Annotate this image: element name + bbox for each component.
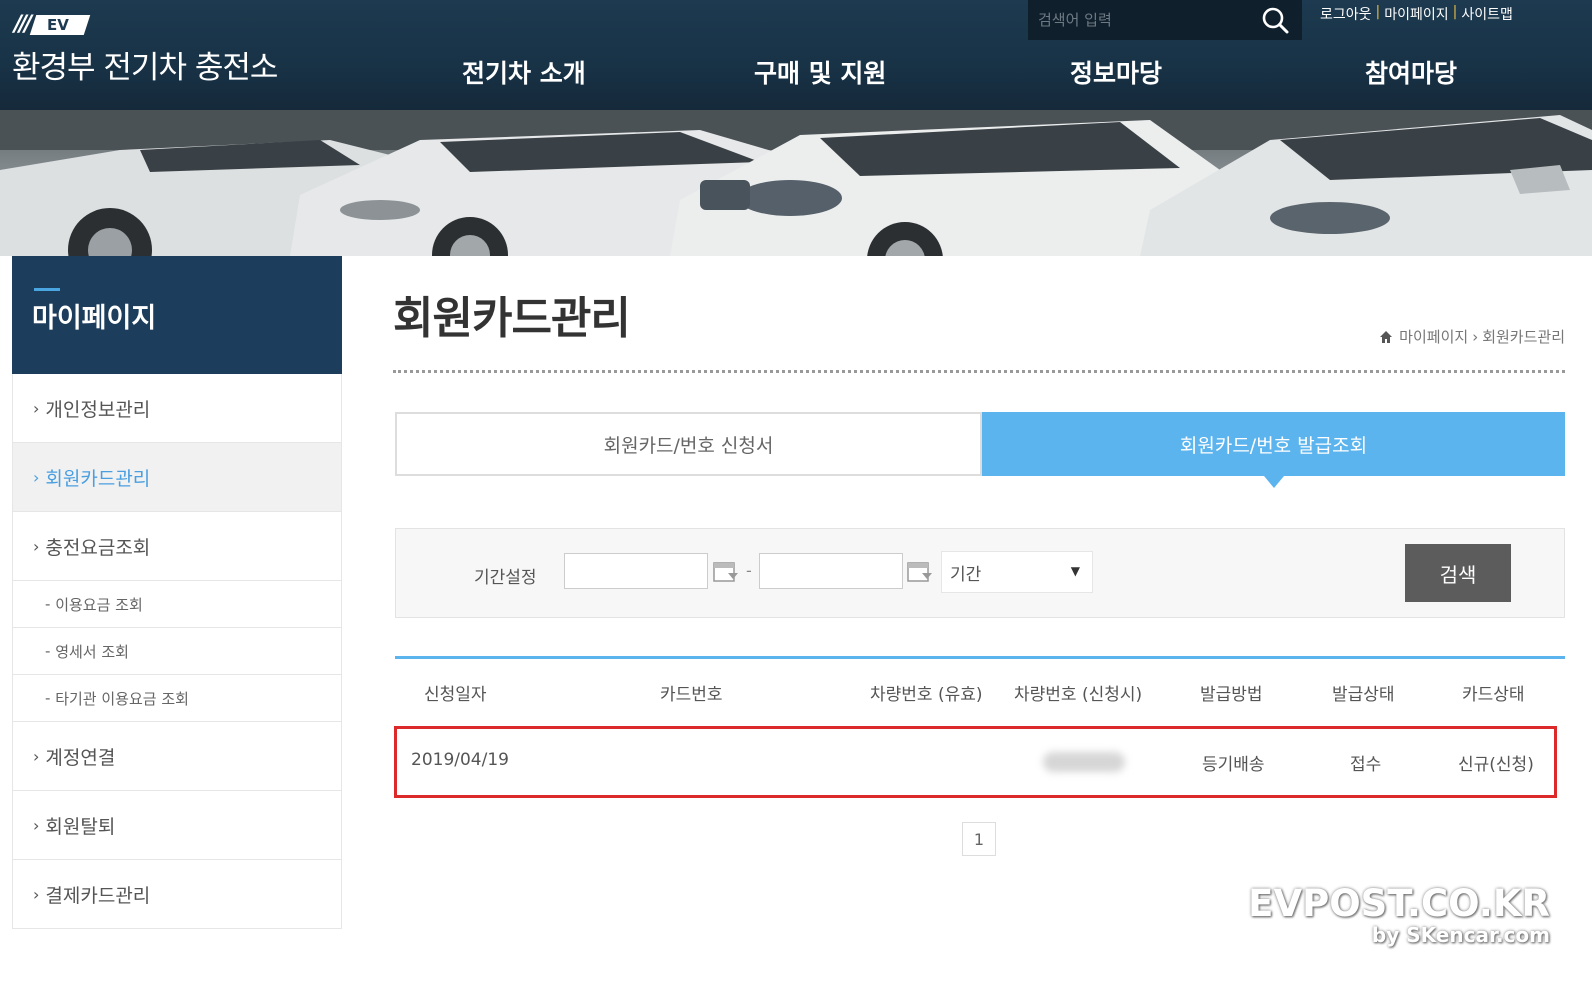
- sitemap-link[interactable]: 사이트맵: [1461, 4, 1513, 24]
- chevron-right-icon: ›: [33, 746, 40, 766]
- sidebar-item-withdraw[interactable]: › 회원탈퇴: [12, 791, 342, 860]
- tab-bar: 회원카드/번호 신청서 회원카드/번호 발급조회: [395, 412, 1565, 488]
- caret-down-icon: ▼: [1070, 564, 1080, 578]
- sidebar-item-label: 결제카드관리: [45, 884, 151, 907]
- sidebar-subitem-other-agency-fee[interactable]: - 타기관 이용요금 조회: [12, 675, 342, 722]
- sidebar-item-label: 계정연결: [45, 746, 116, 769]
- chevron-right-icon: ›: [33, 884, 40, 904]
- site-title[interactable]: 환경부 전기차 충전소: [12, 42, 278, 87]
- logo-ev-badge: EV: [29, 14, 91, 35]
- cell-issue-status: 접수: [1350, 755, 1382, 775]
- site-header: /// EV 환경부 전기차 충전소 로그아웃 | 마이페이지 | 사이트맵 전…: [0, 0, 1592, 110]
- sidebar: 마이페이지 › 개인정보관리 › 회원카드관리 › 충전요금조회 - 이용요금 …: [12, 256, 342, 929]
- nav-info[interactable]: 정보마당: [1070, 54, 1162, 90]
- sidebar-subitem-label: 영세서 조회: [55, 642, 129, 661]
- watermark-line1: EVPOST.CO.KR: [1248, 882, 1550, 925]
- period-select-value: 기간: [950, 564, 982, 585]
- logout-link[interactable]: 로그아웃: [1320, 4, 1372, 24]
- mypage-link[interactable]: 마이페이지: [1384, 4, 1448, 24]
- breadcrumb-separator: ›: [1472, 327, 1479, 346]
- sidebar-item-label: 개인정보관리: [45, 398, 151, 421]
- end-date-input[interactable]: [759, 553, 903, 589]
- chevron-right-icon: ›: [33, 815, 40, 835]
- sidebar-subitem-label: 이용요금 조회: [55, 595, 143, 614]
- utility-links: 로그아웃 | 마이페이지 | 사이트맵: [1320, 4, 1513, 24]
- cell-apply-date: 2019/04/19: [411, 750, 509, 770]
- sidebar-item-member-card[interactable]: › 회원카드관리: [12, 443, 342, 512]
- sidebar-item-account-link[interactable]: › 계정연결: [12, 722, 342, 791]
- page-title: 회원카드관리: [393, 293, 631, 344]
- col-header-car-valid: 차량번호 (유효): [870, 685, 983, 705]
- sidebar-title: 마이페이지: [32, 303, 157, 334]
- watermark-line2: by SKencar.com: [1371, 923, 1550, 947]
- watermark: EVPOST.CO.KR by SKencar.com: [1248, 882, 1550, 947]
- tab-card-issue-inquiry[interactable]: 회원카드/번호 발급조회: [982, 412, 1565, 488]
- col-header-car-applied: 차량번호 (신청시): [1014, 685, 1143, 705]
- tab-card-application[interactable]: 회원카드/번호 신청서: [395, 412, 982, 476]
- search-filter: 기간설정 - 기간 ▼ 검색: [395, 528, 1565, 618]
- search-button[interactable]: 검색: [1405, 544, 1511, 602]
- sidebar-item-payment-card[interactable]: › 결제카드관리: [12, 860, 342, 929]
- nav-participation[interactable]: 참여마당: [1365, 54, 1457, 90]
- breadcrumb-item[interactable]: 회원카드관리: [1482, 326, 1565, 347]
- sidebar-subitem-receipt[interactable]: - 영세서 조회: [12, 628, 342, 675]
- sidebar-item-label: 충전요금조회: [45, 536, 151, 559]
- table-row-highlight[interactable]: [394, 726, 1557, 798]
- nav-purchase-support[interactable]: 구매 및 지원: [754, 54, 886, 90]
- chevron-right-icon: ›: [33, 398, 40, 418]
- table-top-border: [395, 656, 1565, 659]
- calendar-icon[interactable]: [906, 559, 934, 585]
- blurred-car-number: [1043, 752, 1125, 772]
- chevron-right-icon: ›: [33, 536, 40, 556]
- sidebar-subitem-dash: -: [45, 642, 56, 660]
- home-icon[interactable]: [1379, 330, 1393, 344]
- col-header-issue-status: 발급상태: [1332, 685, 1395, 705]
- cell-card-status: 신규(신청): [1458, 755, 1534, 775]
- sidebar-header: 마이페이지: [12, 256, 342, 374]
- sidebar-item-label: 회원카드관리: [45, 467, 151, 490]
- site-logo[interactable]: /// EV: [14, 12, 91, 37]
- cell-issue-method: 등기배송: [1202, 755, 1265, 775]
- logo-ev-text: EV: [47, 15, 69, 34]
- breadcrumb-item[interactable]: 마이페이지: [1399, 326, 1468, 347]
- search-icon[interactable]: [1260, 5, 1290, 35]
- sidebar-item-personal-info[interactable]: › 개인정보관리: [12, 374, 342, 443]
- calendar-icon[interactable]: [712, 559, 740, 585]
- util-separator: |: [1375, 4, 1381, 20]
- date-range-dash: -: [746, 561, 752, 580]
- hero-cars-illustration: [0, 110, 1592, 256]
- sidebar-item-charge-fee[interactable]: › 충전요금조회: [12, 512, 342, 581]
- nav-ev-intro[interactable]: 전기차 소개: [462, 54, 586, 90]
- sidebar-subitem-label: 타기관 이용요금 조회: [55, 689, 189, 708]
- hero-banner-image: [0, 110, 1592, 256]
- col-header-card-status: 카드상태: [1462, 685, 1525, 705]
- col-header-issue-method: 발급방법: [1200, 685, 1263, 705]
- col-header-apply-date: 신청일자: [424, 685, 487, 705]
- title-divider: [393, 370, 1565, 373]
- site-search: [1028, 0, 1302, 40]
- sidebar-subitem-usage-fee[interactable]: - 이용요금 조회: [12, 581, 342, 628]
- period-label: 기간설정: [474, 568, 537, 588]
- col-header-card-number: 카드번호: [660, 685, 723, 705]
- sidebar-header-accent: [34, 288, 60, 291]
- pagination-page[interactable]: 1: [962, 822, 996, 856]
- sidebar-item-label: 회원탈퇴: [45, 815, 116, 838]
- sidebar-subitem-dash: -: [45, 689, 56, 707]
- chevron-right-icon: ›: [33, 467, 40, 487]
- search-input[interactable]: [1038, 11, 1248, 29]
- period-select[interactable]: 기간 ▼: [941, 551, 1093, 593]
- breadcrumb: 마이페이지 › 회원카드관리: [1379, 326, 1565, 347]
- util-separator: |: [1452, 4, 1458, 20]
- sidebar-subitem-dash: -: [45, 595, 56, 613]
- logo-slashes: ///: [14, 12, 32, 37]
- start-date-input[interactable]: [564, 553, 708, 589]
